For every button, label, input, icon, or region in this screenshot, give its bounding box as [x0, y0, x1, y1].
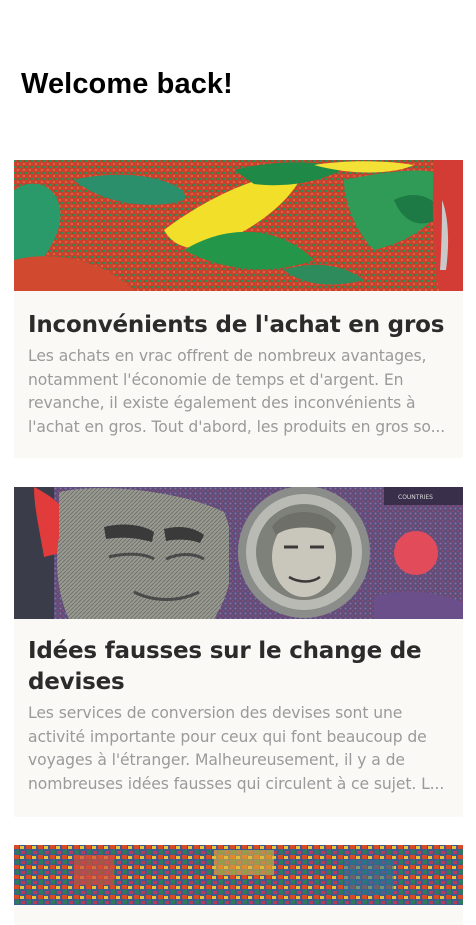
article-image-mosaic[interactable] — [14, 845, 463, 905]
page-title: Welcome back! — [21, 68, 233, 100]
article-excerpt: Les services de conversion des devises s… — [28, 704, 445, 793]
article-card[interactable]: COUNTRIES Idées fausses sur le change de… — [14, 487, 463, 817]
article-card[interactable] — [14, 845, 463, 925]
svg-text:COUNTRIES: COUNTRIES — [398, 494, 433, 501]
article-image-abstract[interactable] — [14, 160, 463, 291]
article-image-currency-portrait[interactable]: COUNTRIES — [14, 487, 463, 619]
article-excerpt: Les achats en vrac offrent de nombreux a… — [28, 347, 446, 436]
article-title[interactable]: Inconvénients de l'achat en gros — [28, 310, 449, 341]
article-title[interactable]: Idées fausses sur le change de devises — [28, 636, 449, 698]
article-card[interactable]: Inconvénients de l'achat en gros Les ach… — [14, 160, 463, 458]
